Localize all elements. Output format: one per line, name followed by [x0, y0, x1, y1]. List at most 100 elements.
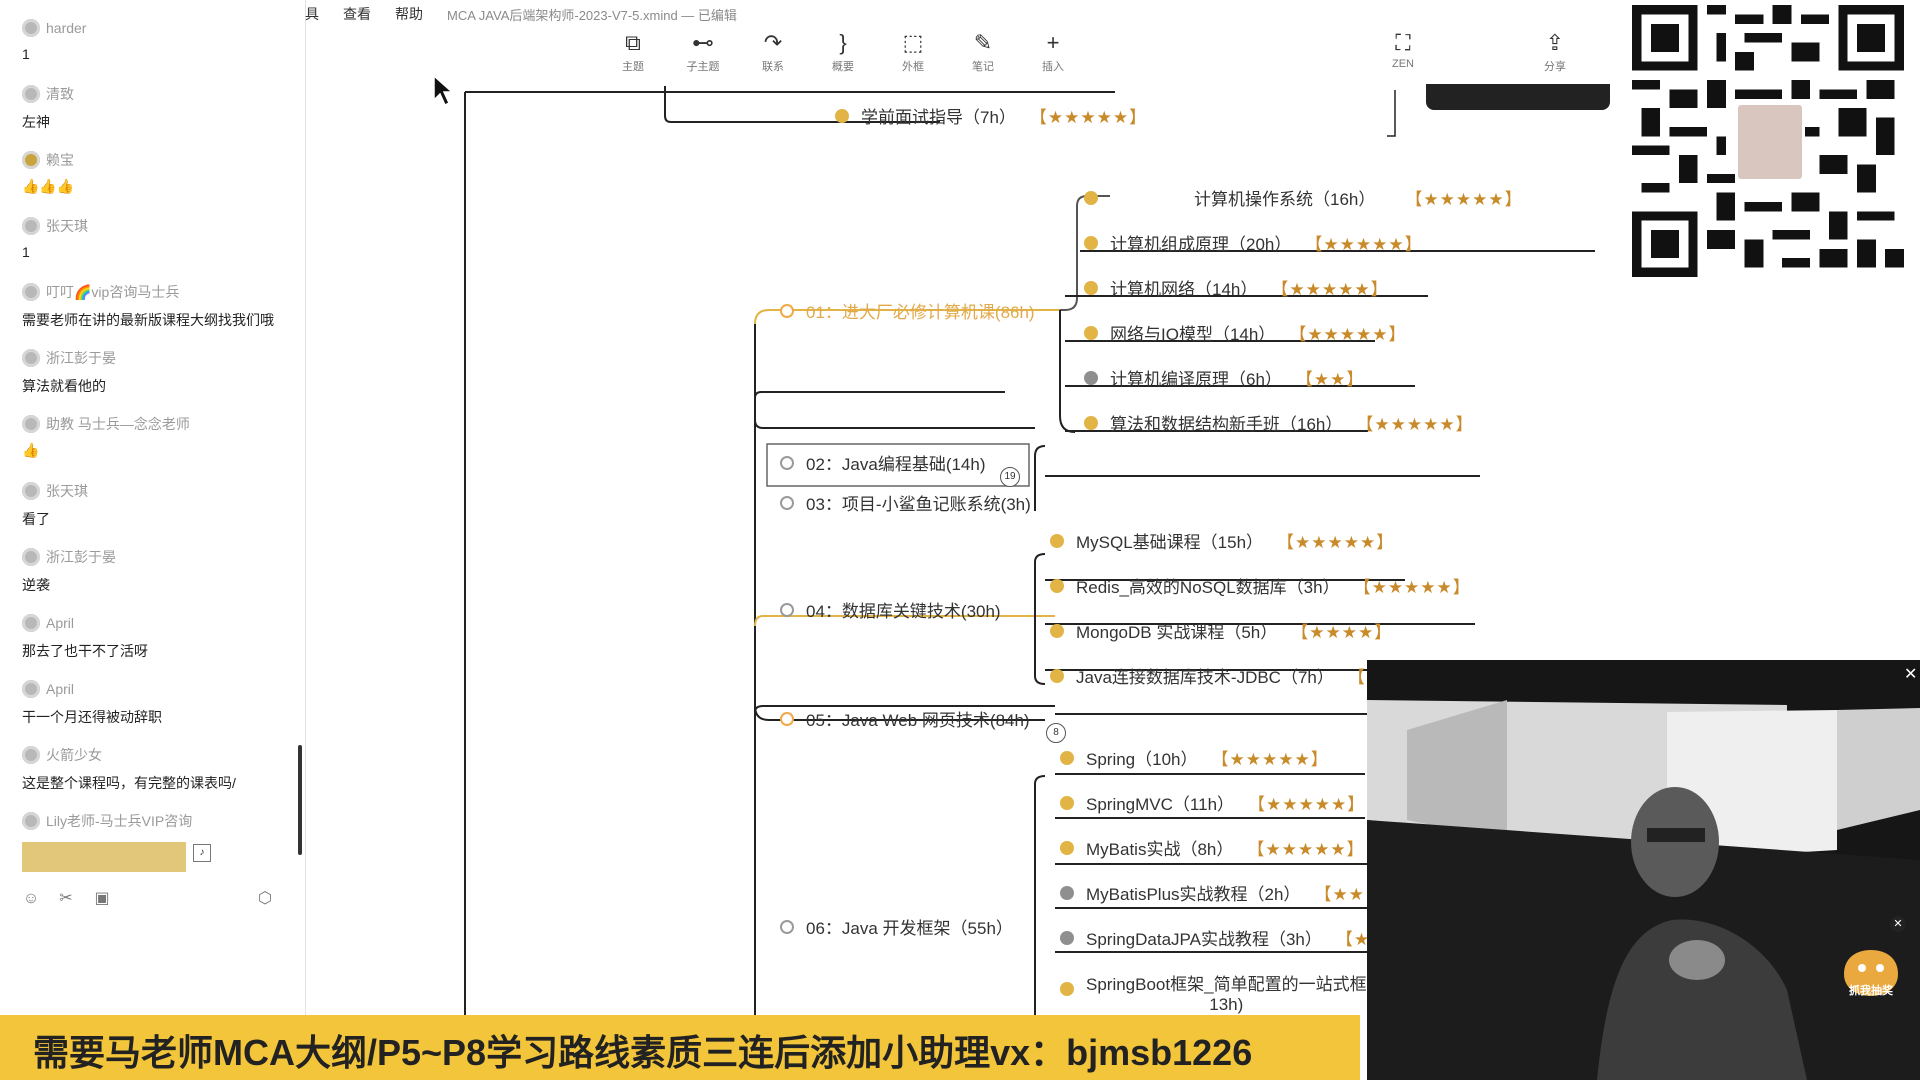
avatar	[22, 548, 40, 566]
topic-marker-icon	[1084, 325, 1098, 340]
branch-label: 06：Java 开发框架（55h）	[806, 919, 1013, 938]
lottery-label: 抓我抽奖	[1849, 985, 1893, 997]
topic-label: 计算机操作系统（16h）	[1194, 190, 1376, 209]
mindmap-topic[interactable]: MongoDB 实战课程（5h） 【★★★★】	[1050, 618, 1392, 643]
topic-label: 计算机编译原理（6h）	[1110, 370, 1282, 389]
mindmap-topic[interactable]: Redis_高效的NoSQL数据库（3h） 【★★★★★】	[1050, 573, 1471, 598]
zen-button[interactable]: ⛶ ZEN	[1373, 28, 1433, 70]
mindmap-topic[interactable]: MyBatisPlus实战教程（2h） 【★★	[1060, 880, 1365, 905]
mindmap-topic[interactable]: 计算机编译原理（6h） 【★★】	[1084, 365, 1364, 390]
mindmap-branch-02[interactable]: 02：Java编程基础(14h)	[780, 450, 986, 475]
rating-stars: ★★★★★	[1374, 415, 1456, 434]
topic-marker-icon	[1050, 533, 1064, 548]
rating: 【★★★★★】	[1248, 795, 1366, 814]
rating-stars: ★★★★★	[1323, 235, 1405, 254]
topic-label: Redis_高效的NoSQL数据库（3h）	[1076, 578, 1340, 597]
lottery-close-icon[interactable]: ✕	[1890, 916, 1906, 932]
chat-username: 张天琪	[46, 218, 88, 234]
note-button[interactable]: ✎ 笔记	[953, 28, 1013, 74]
chat-message: 浙江彭于晏 逆袭	[22, 547, 292, 595]
rating-stars: ★★★★	[1309, 623, 1375, 642]
chat-message: April 那去了也干不了活呀	[22, 613, 292, 661]
mindmap-branch-03[interactable]: 03：项目-小鲨鱼记账系统(3h)	[780, 490, 1031, 515]
menu-bar: 具 查看 帮助 MCA JAVA后端架构师-2023-V7-5.xmind — …	[305, 0, 761, 28]
mindmap-topic[interactable]: 计算机组成原理（20h） 【★★★★★】	[1084, 230, 1423, 255]
chat-text: 需要老师在讲的最新版课程大纲找我们哦	[22, 312, 274, 328]
emoji-icon[interactable]: ☺	[22, 890, 40, 908]
note-icon: ✎	[973, 30, 993, 55]
topic-marker-icon	[1050, 623, 1064, 638]
avatar	[22, 217, 40, 235]
summary-button[interactable]: } 概要	[813, 28, 873, 74]
summary-icon: }	[839, 30, 847, 55]
chat-username: 浙江彭于晏	[46, 350, 116, 366]
boundary-icon: ⬚	[902, 30, 924, 55]
chat-message: April 干一个月还得被动辞职	[22, 679, 292, 727]
mindmap-topic[interactable]: SpringBoot框架_简单配置的一站式框 13h)	[1060, 970, 1367, 1015]
chat-input[interactable]	[22, 842, 186, 872]
mouse-cursor-icon	[433, 74, 454, 107]
topic-marker-icon	[1084, 280, 1098, 295]
share-button[interactable]: ⇪ 分享	[1525, 28, 1585, 74]
scissors-icon[interactable]: ✂	[57, 890, 75, 908]
avatar	[22, 482, 40, 500]
mindmap-branch-01[interactable]: 01：进大厂必修计算机课(86h)	[780, 298, 1035, 323]
mindmap-topic[interactable]: 计算机操作系统（16h） 【★★★★★】	[1084, 185, 1523, 210]
mindmap-topic[interactable]: Java连接数据库技术-JDBC（7h） 【★	[1050, 663, 1382, 688]
mindmap-topic[interactable]: Spring（10h） 【★★★★★】	[1060, 745, 1329, 770]
mindmap-topic[interactable]: MySQL基础课程（15h） 【★★★★★】	[1050, 528, 1394, 553]
branch-marker-icon	[780, 602, 794, 617]
webcam-close-icon[interactable]: ✕	[1904, 664, 1917, 684]
branch-label: 01：进大厂必修计算机课(86h)	[806, 303, 1035, 322]
mindmap-topic[interactable]: SpringMVC（11h） 【★★★★★】	[1060, 790, 1365, 815]
rating-stars: ★★★★★	[1047, 108, 1130, 127]
topic-marker-icon	[1050, 668, 1064, 683]
topic-label: 学前面试指导（7h）	[861, 108, 1016, 127]
chat-message: 浙江彭于晏 算法就看他的	[22, 348, 292, 396]
chat-scrollbar[interactable]	[298, 745, 302, 855]
rating: 【★★★★★】	[1029, 108, 1148, 127]
mindmap-topic[interactable]: 算法和数据结构新手班（16h） 【★★★★★】	[1084, 410, 1474, 435]
gift-icon[interactable]: ⬡	[256, 890, 274, 908]
live-chat-panel: harder 1 清致 左神 赖宝 👍👍👍 张天琪 1 叮叮🌈vip咨询马士兵 …	[0, 0, 306, 1080]
avatar	[22, 680, 40, 698]
rating: 【★★★★★】	[1289, 325, 1407, 344]
topic-label: MyBatis实战（8h）	[1086, 840, 1234, 859]
collapsed-count-badge[interactable]: 8	[1046, 723, 1066, 743]
chat-message: 张天琪 1	[22, 216, 292, 260]
menu-item[interactable]: 具	[305, 4, 319, 24]
mindmap-topic[interactable]: 计算机网络（14h） 【★★★★★】	[1084, 275, 1389, 300]
topic-button[interactable]: ⧉ 主题	[603, 28, 663, 74]
toolbar-label: ZEN	[1392, 58, 1414, 70]
menu-item-view[interactable]: 查看	[343, 4, 371, 24]
chat-username: 张天琪	[46, 483, 88, 499]
menu-item-help[interactable]: 帮助	[395, 4, 423, 24]
boundary-button[interactable]: ⬚ 外框	[883, 28, 943, 74]
topic-marker-icon	[1060, 750, 1074, 765]
subtopic-icon: ⊷	[692, 30, 714, 55]
rating: 【★★★★★】	[1356, 415, 1474, 434]
toolbar-label: 笔记	[972, 61, 994, 73]
insert-button[interactable]: + 插入	[1023, 28, 1083, 74]
mindmap-branch-06[interactable]: 06：Java 开发框架（55h）	[780, 914, 1013, 939]
chat-username: 赖宝	[46, 152, 74, 168]
mindmap-topic[interactable]: 学前面试指导（7h） 【★★★★★】	[835, 103, 1147, 128]
mindmap-branch-04[interactable]: 04：数据库关键技术(30h)	[780, 597, 1001, 622]
mindmap-topic[interactable]: SpringDataJPA实战教程（3h） 【★	[1060, 925, 1370, 950]
subtopic-button[interactable]: ⊷ 子主题	[673, 28, 733, 74]
branch-label: 05：Java Web 网页技术(84h)	[806, 711, 1030, 730]
mindmap-topic[interactable]: MyBatis实战（8h） 【★★★★★】	[1060, 835, 1365, 860]
relationship-icon: ↷	[763, 30, 783, 55]
topic-label: MySQL基础课程（15h）	[1076, 533, 1264, 552]
collapsed-count-badge[interactable]: 19	[1000, 467, 1020, 487]
rating: 【★★	[1314, 885, 1365, 904]
topic-icon: ⧉	[625, 30, 641, 55]
promo-banner-text: 需要马老师MCA大纲/P5~P8学习路线素质三连后添加小助理vx：bjmsb12…	[33, 1032, 1253, 1073]
mindmap-branch-05[interactable]: 05：Java Web 网页技术(84h)	[780, 706, 1030, 731]
relationship-button[interactable]: ↷ 联系	[743, 28, 803, 74]
sticker-icon[interactable]: ♪	[193, 844, 211, 862]
chat-text: 干一个月还得被动辞职	[22, 709, 162, 725]
image-icon[interactable]: ▣	[93, 890, 111, 908]
rating-stars: ★★★★★	[1307, 325, 1389, 344]
mindmap-topic[interactable]: 网络与IO模型（14h） 【★★★★★】	[1084, 320, 1407, 345]
